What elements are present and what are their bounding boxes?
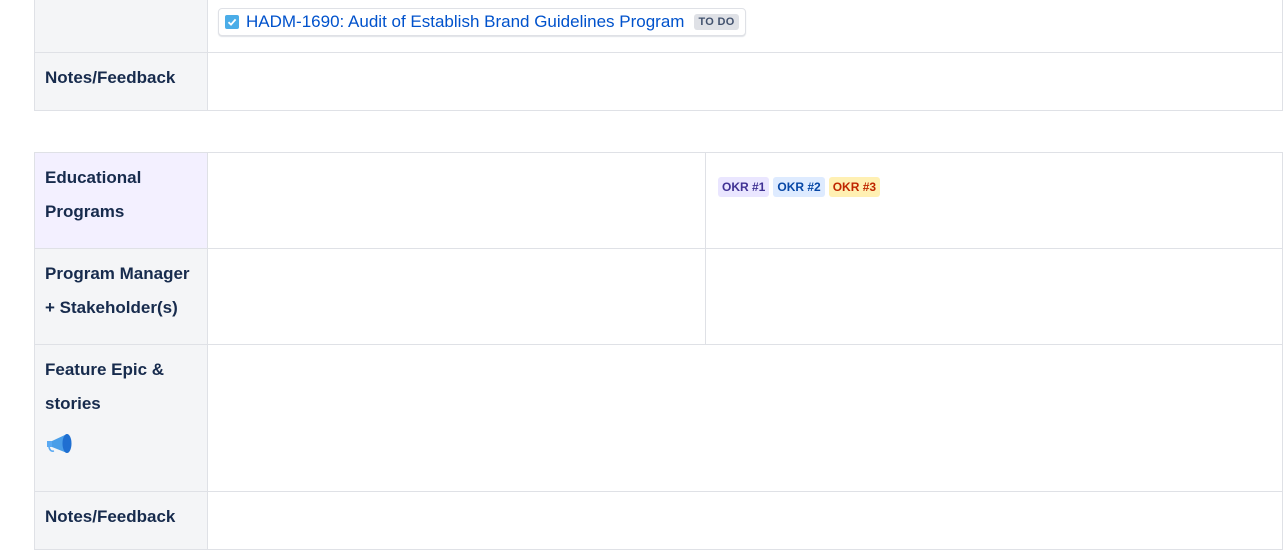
empty-header-cell xyxy=(34,0,208,53)
educational-programs-label-line-1: Educational xyxy=(45,168,142,187)
program-manager-header: Program Manager + Stakeholder(s) xyxy=(34,248,208,345)
megaphone-icon xyxy=(45,431,197,455)
program-manager-label-line-2: + Stakeholder(s) xyxy=(45,298,178,317)
notes-feedback-header: Notes/Feedback xyxy=(34,52,208,111)
jira-issue-cell: HADM-1690: Audit of Establish Brand Guid… xyxy=(207,0,1283,53)
program-manager-label-line-1: Program Manager xyxy=(45,264,190,283)
educational-programs-cell[interactable] xyxy=(207,152,706,249)
educational-programs-table: Educational Programs OKR #1 OKR #2 OKR #3 … xyxy=(34,152,1283,550)
brand-guidelines-table: HADM-1690: Audit of Establish Brand Guid… xyxy=(34,0,1283,111)
okr-cell: OKR #1 OKR #2 OKR #3 xyxy=(705,152,1283,249)
feature-epic-header: Feature Epic & stories xyxy=(34,344,208,492)
notes-feedback-cell[interactable] xyxy=(207,52,1283,111)
stakeholders-cell[interactable] xyxy=(705,248,1283,345)
program-manager-cell[interactable] xyxy=(207,248,706,345)
okr-1-lozenge: OKR #1 xyxy=(718,177,770,197)
jira-issue-link[interactable]: HADM-1690: Audit of Establish Brand Guid… xyxy=(246,9,684,35)
feature-epic-cell[interactable] xyxy=(207,344,1283,492)
task-checkbox-icon xyxy=(225,15,239,29)
notes-feedback-label: Notes/Feedback xyxy=(45,68,176,87)
notes-feedback-cell-2[interactable] xyxy=(207,491,1283,550)
notes-feedback-header-2: Notes/Feedback xyxy=(34,491,208,550)
educational-programs-label-line-2: Programs xyxy=(45,202,125,221)
feature-epic-label-line-1: Feature Epic & xyxy=(45,360,165,379)
feature-epic-label-line-2: stories xyxy=(45,394,101,413)
status-badge: TO DO xyxy=(694,14,739,30)
notes-feedback-label-2: Notes/Feedback xyxy=(45,507,176,526)
okr-2-lozenge: OKR #2 xyxy=(773,177,825,197)
educational-programs-header: Educational Programs xyxy=(34,152,208,249)
jira-issue-chip[interactable]: HADM-1690: Audit of Establish Brand Guid… xyxy=(218,8,746,36)
okr-3-lozenge: OKR #3 xyxy=(828,177,881,197)
